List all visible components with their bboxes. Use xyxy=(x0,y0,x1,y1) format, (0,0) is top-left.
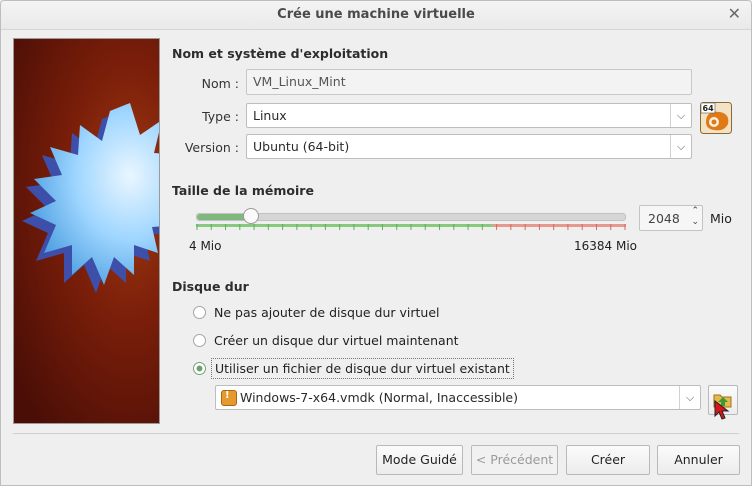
name-field[interactable]: VM_Linux_Mint xyxy=(246,69,692,95)
radio-existing-disk[interactable] xyxy=(193,362,206,375)
memory-max-label: 16384 Mio xyxy=(574,239,638,253)
mouse-cursor-icon xyxy=(714,399,730,420)
section-title-memory: Taille de la mémoire xyxy=(172,183,314,198)
radio-create-disk[interactable] xyxy=(193,334,206,347)
radio-create-disk-label[interactable]: Créer un disque dur virtuel maintenant xyxy=(214,333,459,348)
memory-value: 2048 xyxy=(648,211,680,226)
os-type-icon: 64 xyxy=(700,102,732,134)
radio-no-disk[interactable] xyxy=(193,306,206,319)
chevron-down-icon[interactable]: ⌵ xyxy=(670,104,691,127)
section-title-disk: Disque dur xyxy=(172,279,249,294)
safe-range-bar xyxy=(196,224,493,227)
chevron-down-icon[interactable]: ⌵ xyxy=(670,135,691,158)
os-badge-text: 64 xyxy=(703,104,715,113)
type-select[interactable]: Linux ⌵ xyxy=(246,103,692,128)
warning-mark-icon: ! xyxy=(225,390,230,401)
type-select-value: Linux xyxy=(253,108,287,123)
spin-down-icon[interactable]: ⌄ xyxy=(691,217,699,227)
memory-slider[interactable] xyxy=(196,208,626,224)
radio-no-disk-label[interactable]: Ne pas ajouter de disque dur virtuel xyxy=(214,305,440,320)
create-button[interactable]: Créer xyxy=(566,445,650,475)
memory-spinbox[interactable]: 2048 ⌃ ⌄ xyxy=(639,205,703,231)
version-label: Version : xyxy=(184,140,239,155)
disk-file-value: Windows-7-x64.vmdk (Normal, Inaccessible… xyxy=(240,390,518,405)
version-select[interactable]: Ubuntu (64-bit) ⌵ xyxy=(246,134,692,159)
type-label: Type : xyxy=(202,109,239,124)
memory-min-label: 4 Mio xyxy=(189,239,222,253)
title-bar: Crée une machine virtuelle ✕ xyxy=(1,1,751,30)
disk-file-select[interactable]: ! Windows-7-x64.vmdk (Normal, Inaccessib… xyxy=(215,385,701,410)
memory-unit: Mio xyxy=(710,211,732,226)
chevron-down-icon[interactable]: ⌵ xyxy=(679,386,700,409)
divider xyxy=(13,433,739,434)
close-icon[interactable]: ✕ xyxy=(728,4,741,23)
wizard-side-image xyxy=(13,38,160,424)
version-select-value: Ubuntu (64-bit) xyxy=(253,139,350,154)
guided-mode-button[interactable]: Mode Guidé xyxy=(376,445,463,475)
cancel-button[interactable]: Annuler xyxy=(657,445,740,475)
previous-button[interactable]: < Précédent xyxy=(471,445,558,475)
radio-existing-disk-label[interactable]: Utiliser un fichier de disque dur virtue… xyxy=(211,358,514,379)
name-label: Nom : xyxy=(201,76,239,91)
dialog-window: Crée une machine virtuelle ✕ Nom et syst… xyxy=(0,0,752,486)
section-title-os: Nom et système d'exploitation xyxy=(172,46,389,61)
star-burst-graphic xyxy=(22,103,159,293)
window-title: Crée une machine virtuelle xyxy=(277,7,475,22)
spin-up-icon[interactable]: ⌃ xyxy=(691,206,699,216)
warning-range-bar xyxy=(492,224,626,227)
slider-track xyxy=(196,213,626,221)
slider-knob[interactable] xyxy=(243,208,259,224)
slider-ticks xyxy=(196,224,626,230)
